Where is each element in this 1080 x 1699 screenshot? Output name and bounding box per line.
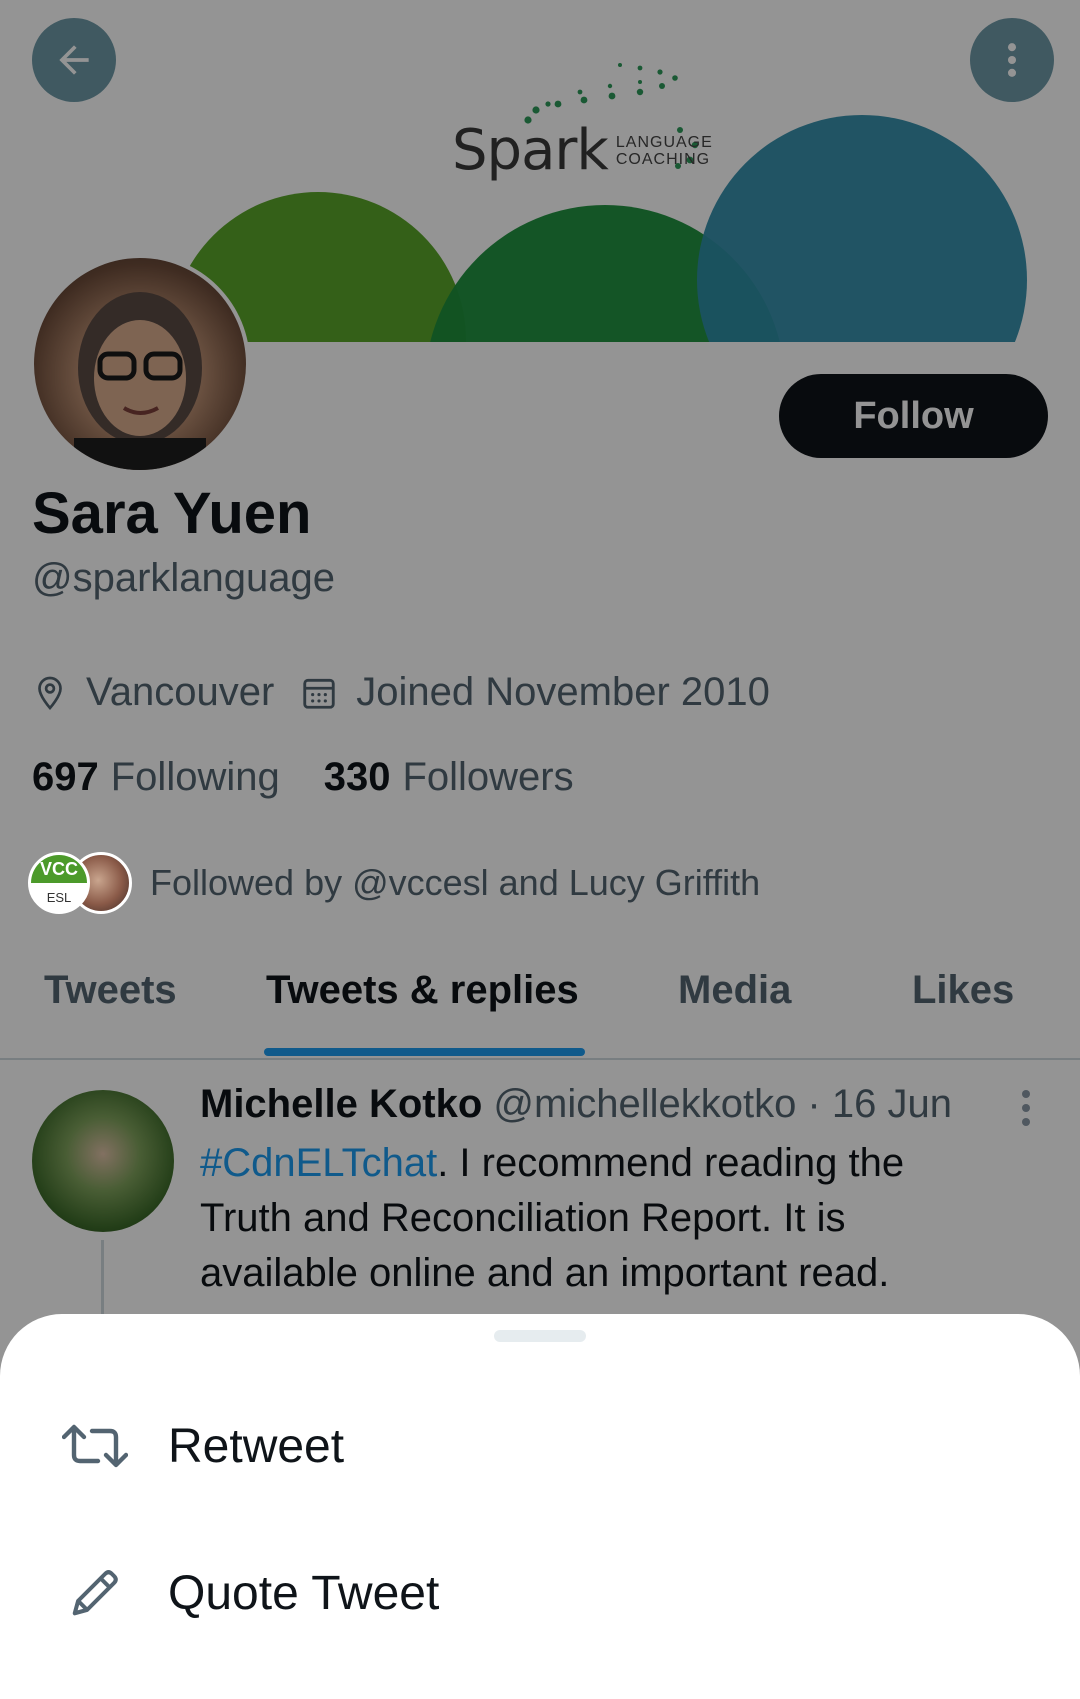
- vccesl-avatar-bottom: ESL: [46, 889, 72, 905]
- quote-tweet-option[interactable]: Quote Tweet: [0, 1533, 1080, 1653]
- profile-screen: Spark LANGUAGE COACHING Follow Sara Yuen…: [0, 0, 1080, 1699]
- retweet-icon: [60, 1421, 130, 1471]
- vccesl-avatar-top: VCC: [31, 855, 87, 883]
- retweet-option[interactable]: Retweet: [0, 1386, 1080, 1506]
- retweet-bottom-sheet: Retweet Quote Tweet: [0, 1314, 1080, 1699]
- vccesl-avatar: VCC ESL: [28, 852, 90, 914]
- quote-tweet-label: Quote Tweet: [168, 1566, 440, 1620]
- retweet-label: Retweet: [168, 1419, 345, 1473]
- pencil-icon: [60, 1566, 130, 1620]
- sheet-grabber[interactable]: [494, 1330, 586, 1342]
